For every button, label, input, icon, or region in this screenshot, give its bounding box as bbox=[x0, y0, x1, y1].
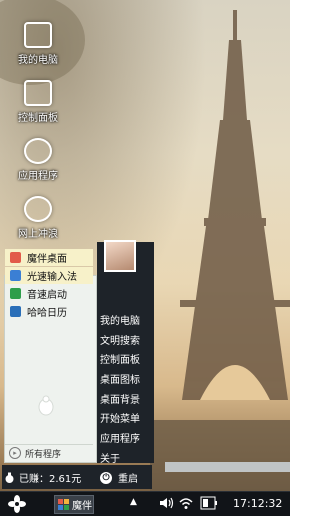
battery-icon[interactable] bbox=[200, 495, 218, 511]
g-input-icon bbox=[10, 270, 21, 281]
all-programs-button[interactable]: ▸ 所有程序 bbox=[5, 444, 93, 461]
pinned-programs-list: 魔伴桌面 光速输入法 音速启动 哈哈日历 bbox=[5, 249, 93, 321]
desktop-icon-my-computer[interactable]: 我的电脑 bbox=[8, 22, 68, 66]
start-menu-right-list: 我的电脑 文明搜索 控制面板 桌面图标 桌面背景 开始菜单 应用程序 关于 bbox=[100, 312, 140, 470]
volume-icon[interactable] bbox=[158, 495, 174, 511]
taskbar-app-moban[interactable]: 魔伴 bbox=[54, 495, 94, 514]
pinned-item-input-method[interactable]: 光速输入法 bbox=[5, 267, 93, 284]
pinned-item-moban-desktop[interactable]: 魔伴桌面 bbox=[5, 249, 93, 266]
mascot-icon bbox=[38, 395, 54, 416]
tray-expand-icon[interactable]: ▲ bbox=[130, 497, 137, 507]
globe-icon bbox=[24, 196, 52, 222]
desktop-icon-applications[interactable]: 应用程序 bbox=[8, 138, 68, 182]
v-launch-icon bbox=[10, 288, 21, 299]
user-avatar[interactable] bbox=[104, 240, 136, 272]
monitor-icon bbox=[24, 22, 52, 48]
control-panel-icon bbox=[24, 80, 52, 106]
pinned-item-calendar[interactable]: 哈哈日历 bbox=[5, 303, 93, 320]
restart-button[interactable]: ⏻ 重启 bbox=[100, 470, 138, 485]
menu-item-desktop-background[interactable]: 桌面背景 bbox=[100, 391, 140, 411]
wifi-icon[interactable] bbox=[178, 495, 194, 511]
menu-item-desktop-icons[interactable]: 桌面图标 bbox=[100, 371, 140, 391]
arrow-right-icon: ▸ bbox=[9, 447, 21, 459]
pinned-item-quick-launch[interactable]: 音速启动 bbox=[5, 285, 93, 302]
earnings-display: 已赚：2.61元 bbox=[5, 470, 81, 485]
apps-icon bbox=[24, 138, 52, 164]
menu-item-start-menu[interactable]: 开始菜单 bbox=[100, 410, 140, 430]
pinwheel-icon bbox=[10, 252, 21, 263]
menu-item-applications[interactable]: 应用程序 bbox=[100, 430, 140, 450]
pinwheel-icon bbox=[58, 499, 69, 510]
start-button-pinwheel-icon[interactable] bbox=[8, 495, 26, 513]
power-icon: ⏻ bbox=[100, 471, 112, 484]
desktop-icon-control-panel[interactable]: 控制面板 bbox=[8, 80, 68, 124]
menu-item-my-computer[interactable]: 我的电脑 bbox=[100, 312, 140, 332]
money-bag-icon bbox=[5, 472, 14, 483]
menu-item-control-panel[interactable]: 控制面板 bbox=[100, 351, 140, 371]
desktop-icon-internet[interactable]: 网上冲浪 bbox=[8, 196, 68, 240]
menu-item-search[interactable]: 文明搜索 bbox=[100, 332, 140, 352]
taskbar-clock[interactable]: 17:12:32 bbox=[233, 497, 282, 510]
calendar-icon bbox=[10, 306, 21, 317]
